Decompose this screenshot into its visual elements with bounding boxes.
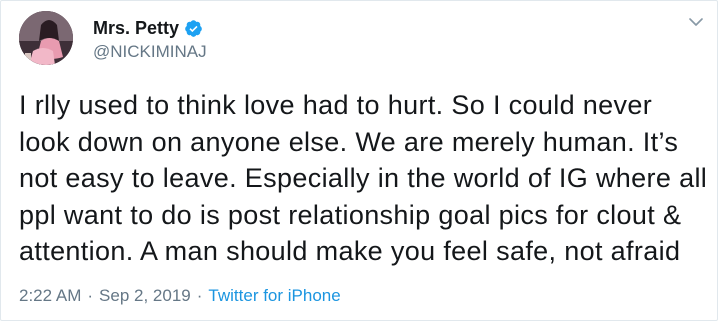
tweet-text-line: I rlly used to think love had to hurt. S… bbox=[19, 90, 653, 120]
tweet-text: I rlly used to think love had to hurt. S… bbox=[19, 87, 711, 270]
meta-separator: · bbox=[196, 286, 203, 305]
more-options-button[interactable] bbox=[685, 11, 707, 33]
avatar[interactable] bbox=[19, 11, 73, 65]
tweet-text-line: not easy to leave. Especially in the wor… bbox=[19, 163, 708, 193]
tweet-card: Mrs. Petty @NICKIMINAJ I rlly used to th… bbox=[0, 0, 718, 321]
meta-separator: · bbox=[87, 286, 94, 305]
author-handle[interactable]: @NICKIMINAJ bbox=[93, 41, 207, 63]
verified-badge-icon bbox=[184, 19, 203, 38]
tweet-text-line: attention. A man should make you feel sa… bbox=[19, 236, 681, 266]
tweet-text-line: ppl want to do is post relationship goal… bbox=[19, 199, 682, 230]
chevron-down-icon bbox=[689, 18, 703, 26]
author-name-row[interactable]: Mrs. Petty bbox=[93, 16, 203, 40]
tweet-metadata: 2:22 AM · Sep 2, 2019 · Twitter for iPho… bbox=[19, 285, 341, 307]
tweet-source-link[interactable]: Twitter for iPhone bbox=[208, 286, 340, 306]
tweet-date[interactable]: Sep 2, 2019 bbox=[99, 286, 191, 306]
tweet-time[interactable]: 2:22 AM bbox=[19, 286, 81, 306]
display-name[interactable]: Mrs. Petty bbox=[93, 16, 179, 40]
tweet-text-line: look down on anyone else. We are merely … bbox=[19, 126, 679, 157]
avatar-image bbox=[19, 11, 73, 65]
